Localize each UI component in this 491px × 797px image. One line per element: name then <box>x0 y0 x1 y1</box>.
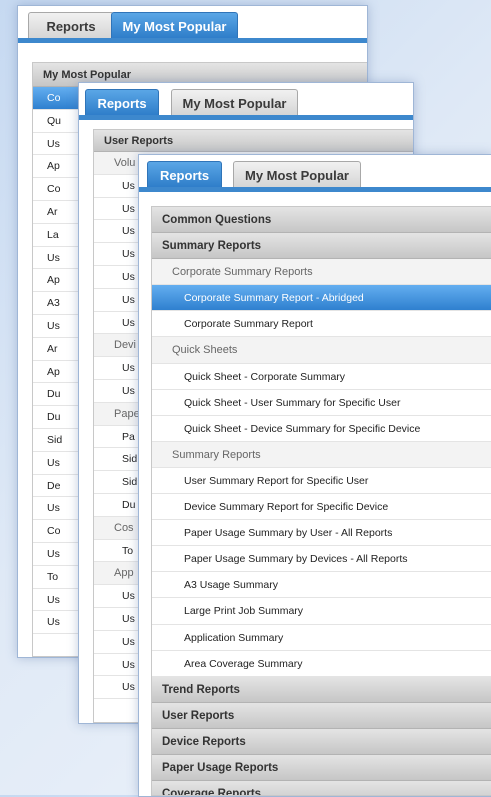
report-item-corporate-summary-report-abridged[interactable]: Corporate Summary Report - Abridged <box>152 285 491 312</box>
tab-reports[interactable]: Reports <box>85 89 159 116</box>
report-item-quick-sheet-user-summary-for-specific-user[interactable]: Quick Sheet - User Summary for Specific … <box>152 390 491 416</box>
report-item-paper-usage-summary-by-user-all-reports[interactable]: Paper Usage Summary by User - All Report… <box>152 520 491 547</box>
report-tree: Common Questions Summary Reports Corporate… <box>151 206 491 796</box>
report-item-area-coverage-summary[interactable]: Area Coverage Summary <box>152 651 491 677</box>
tab-my-most-popular[interactable]: My Most Popular <box>111 12 238 39</box>
tab-reports[interactable]: Reports <box>147 161 222 188</box>
list-header: User Reports <box>94 130 413 152</box>
subgroup-summary-reports[interactable]: Summary Reports <box>152 441 491 468</box>
tab-bar: Reports My Most Popular <box>79 83 413 120</box>
category-common-questions[interactable]: Common Questions <box>152 207 491 234</box>
tab-bar: Reports My Most Popular <box>139 155 491 192</box>
report-item-a3-usage-summary[interactable]: A3 Usage Summary <box>152 572 491 599</box>
tab-my-most-popular[interactable]: My Most Popular <box>233 161 361 188</box>
report-item-quick-sheet-corporate-summary[interactable]: Quick Sheet - Corporate Summary <box>152 364 491 390</box>
report-item-user-summary-report-for-specific-user[interactable]: User Summary Report for Specific User <box>152 468 491 495</box>
category-coverage-reports[interactable]: Coverage Reports <box>152 781 491 795</box>
category-summary-reports[interactable]: Summary Reports <box>152 233 491 260</box>
subgroup-quick-sheets[interactable]: Quick Sheets <box>152 337 491 364</box>
report-item-device-summary-report-for-specific-device[interactable]: Device Summary Report for Specific Devic… <box>152 494 491 521</box>
tab-underline <box>139 187 491 192</box>
report-item-quick-sheet-device-summary-for-specific-device[interactable]: Quick Sheet - Device Summary for Specifi… <box>152 416 491 442</box>
panel-reports-main: Reports My Most Popular Common Questions… <box>138 154 491 797</box>
report-item-paper-usage-summary-by-devices-all-reports[interactable]: Paper Usage Summary by Devices - All Rep… <box>152 546 491 573</box>
category-user-reports[interactable]: User Reports <box>152 702 491 729</box>
category-paper-usage-reports[interactable]: Paper Usage Reports <box>152 754 491 782</box>
tab-underline <box>79 115 413 120</box>
tab-bar: Reports My Most Popular <box>18 6 367 43</box>
subgroup-corporate-summary-reports[interactable]: Corporate Summary Reports <box>152 259 491 286</box>
tab-underline <box>18 38 367 43</box>
report-item-corporate-summary-report[interactable]: Corporate Summary Report <box>152 311 491 338</box>
report-item-large-print-job-summary[interactable]: Large Print Job Summary <box>152 598 491 625</box>
report-item-application-summary[interactable]: Application Summary <box>152 625 491 651</box>
category-trend-reports[interactable]: Trend Reports <box>152 676 491 703</box>
tab-reports[interactable]: Reports <box>28 12 114 39</box>
tab-my-most-popular[interactable]: My Most Popular <box>171 89 298 116</box>
category-device-reports[interactable]: Device Reports <box>152 728 491 755</box>
